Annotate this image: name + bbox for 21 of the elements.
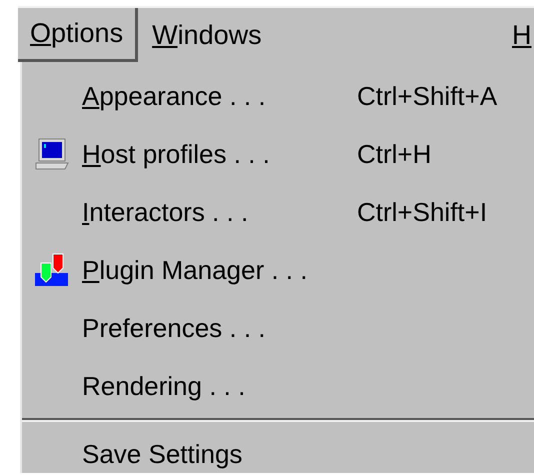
menu-title[interactable]: H [504,8,534,62]
computer-icon [35,137,69,171]
item-label: Host profiles . . . [82,138,271,170]
item-label: Rendering . . . [82,370,246,402]
menu-title[interactable]: Windows [138,8,276,62]
item-label: Appearance . . . [82,80,267,112]
shortcut-text: Ctrl+H [357,138,432,170]
item-label: Interactors . . . [82,196,250,228]
menu-item[interactable]: Appearance . . . Ctrl+Shift+A [22,67,534,125]
menu-item[interactable]: Save Settings [22,425,534,475]
menu-item[interactable]: Plugin Manager . . . [22,241,534,299]
menu-item[interactable]: Host profiles . . . Ctrl+H [22,125,534,183]
shortcut-text: Ctrl+Shift+I [357,196,488,228]
menu-item[interactable]: Rendering . . . [22,357,534,415]
menu-item[interactable]: Preferences . . . [22,299,534,357]
shortcut-text: Ctrl+Shift+A [357,80,498,112]
item-label: Save Settings [82,438,244,470]
plugin-arrows-icon [35,253,69,287]
item-label: Preferences . . . [82,312,267,344]
menu-item[interactable]: Interactors . . . Ctrl+Shift+I [22,183,534,241]
item-label: Plugin Manager . . . [82,254,308,286]
